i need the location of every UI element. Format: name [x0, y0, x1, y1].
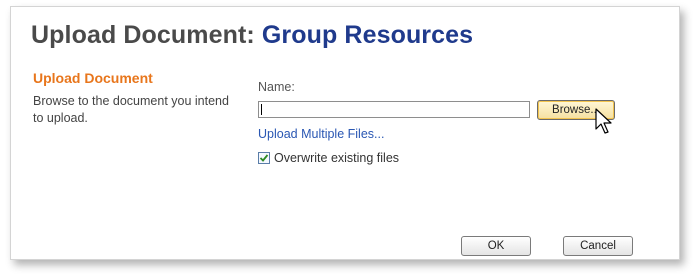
name-label: Name:: [258, 80, 295, 94]
text-caret: [261, 104, 262, 115]
upload-dialog: Upload Document: Group Resources Upload …: [10, 6, 680, 260]
ok-button[interactable]: OK: [461, 236, 531, 256]
upload-multiple-files-link[interactable]: Upload Multiple Files...: [258, 127, 384, 141]
section-description: Browse to the document you intend to upl…: [33, 94, 229, 125]
checkmark-icon: [259, 154, 269, 162]
page: Upload Document: Group Resources Upload …: [0, 0, 695, 279]
overwrite-checkbox[interactable]: [258, 152, 270, 164]
section-heading: Upload Document: [33, 70, 153, 86]
overwrite-option[interactable]: Overwrite existing files: [258, 151, 399, 165]
title-list-name: Group Resources: [261, 21, 474, 49]
cancel-button[interactable]: Cancel: [563, 236, 633, 256]
file-path-input[interactable]: [258, 101, 530, 118]
page-title: Upload Document: Group Resources: [31, 21, 473, 50]
mouse-pointer-icon: [595, 108, 612, 134]
title-prefix: Upload Document:: [31, 21, 262, 49]
overwrite-label: Overwrite existing files: [274, 151, 400, 165]
